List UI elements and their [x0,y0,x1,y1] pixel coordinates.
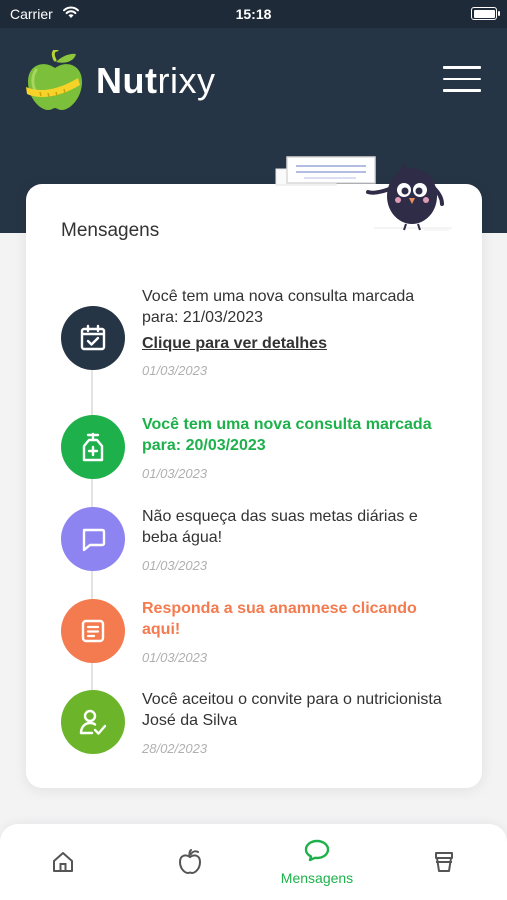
message-date: 01/03/2023 [142,363,208,378]
chat-bubble-icon [304,839,330,862]
nav-label-messages: Mensagens [280,870,354,886]
hamburger-icon-bar [443,66,481,69]
nav-item-messages[interactable]: Mensagens [254,824,380,900]
hamburger-icon-bar [443,89,481,92]
battery-icon [471,7,500,20]
nav-item-diet[interactable] [127,824,253,900]
app-logo: Nutrixy [26,50,215,112]
card-title: Mensagens [61,220,160,241]
message-icon-badge [61,306,125,370]
user-check-icon [79,709,107,735]
message-icon-badge [61,415,125,479]
bottom-nav: Mensagens [0,824,507,900]
messages-card: Mensagens Você tem uma nova consulta mar… [26,156,482,788]
message-icon-badge [61,507,125,571]
hamburger-icon-bar [443,77,481,80]
chat-bubble-icon [82,528,106,552]
nav-item-home[interactable] [0,824,126,900]
status-bar: Carrier 15:18 [0,0,507,28]
details-link[interactable]: Clique para ver detalhes [142,335,442,353]
food-container-icon [435,852,453,872]
nav-item-meals[interactable] [381,824,507,900]
medicine-bottle-icon [82,432,104,462]
message-date: 01/03/2023 [142,558,208,573]
document-icon [81,619,105,643]
message-text: Não esqueça das suas metas diárias e beb… [142,508,418,546]
message-date: 01/03/2023 [142,650,208,665]
message-text[interactable]: Responda a sua anamnese clicando aqui! [142,598,442,640]
message-icon-badge [61,599,125,663]
message-icon-badge [61,690,125,754]
mascot-illustration [275,156,452,231]
message-text: Você aceitou o convite para o nutricioni… [142,691,442,729]
message-text: Você tem uma nova consulta marcada para:… [142,416,432,454]
home-icon [53,852,73,872]
message-date: 01/03/2023 [142,466,208,481]
message-date: 28/02/2023 [142,741,208,756]
apple-icon [178,849,202,875]
app-name: Nutrixy [96,60,216,101]
message-text: Você tem uma nova consulta marcada para:… [142,288,415,326]
menu-button[interactable] [443,66,481,94]
clock: 15:18 [235,6,272,22]
calendar-check-icon [80,324,106,351]
apple-logo-icon [26,50,82,110]
